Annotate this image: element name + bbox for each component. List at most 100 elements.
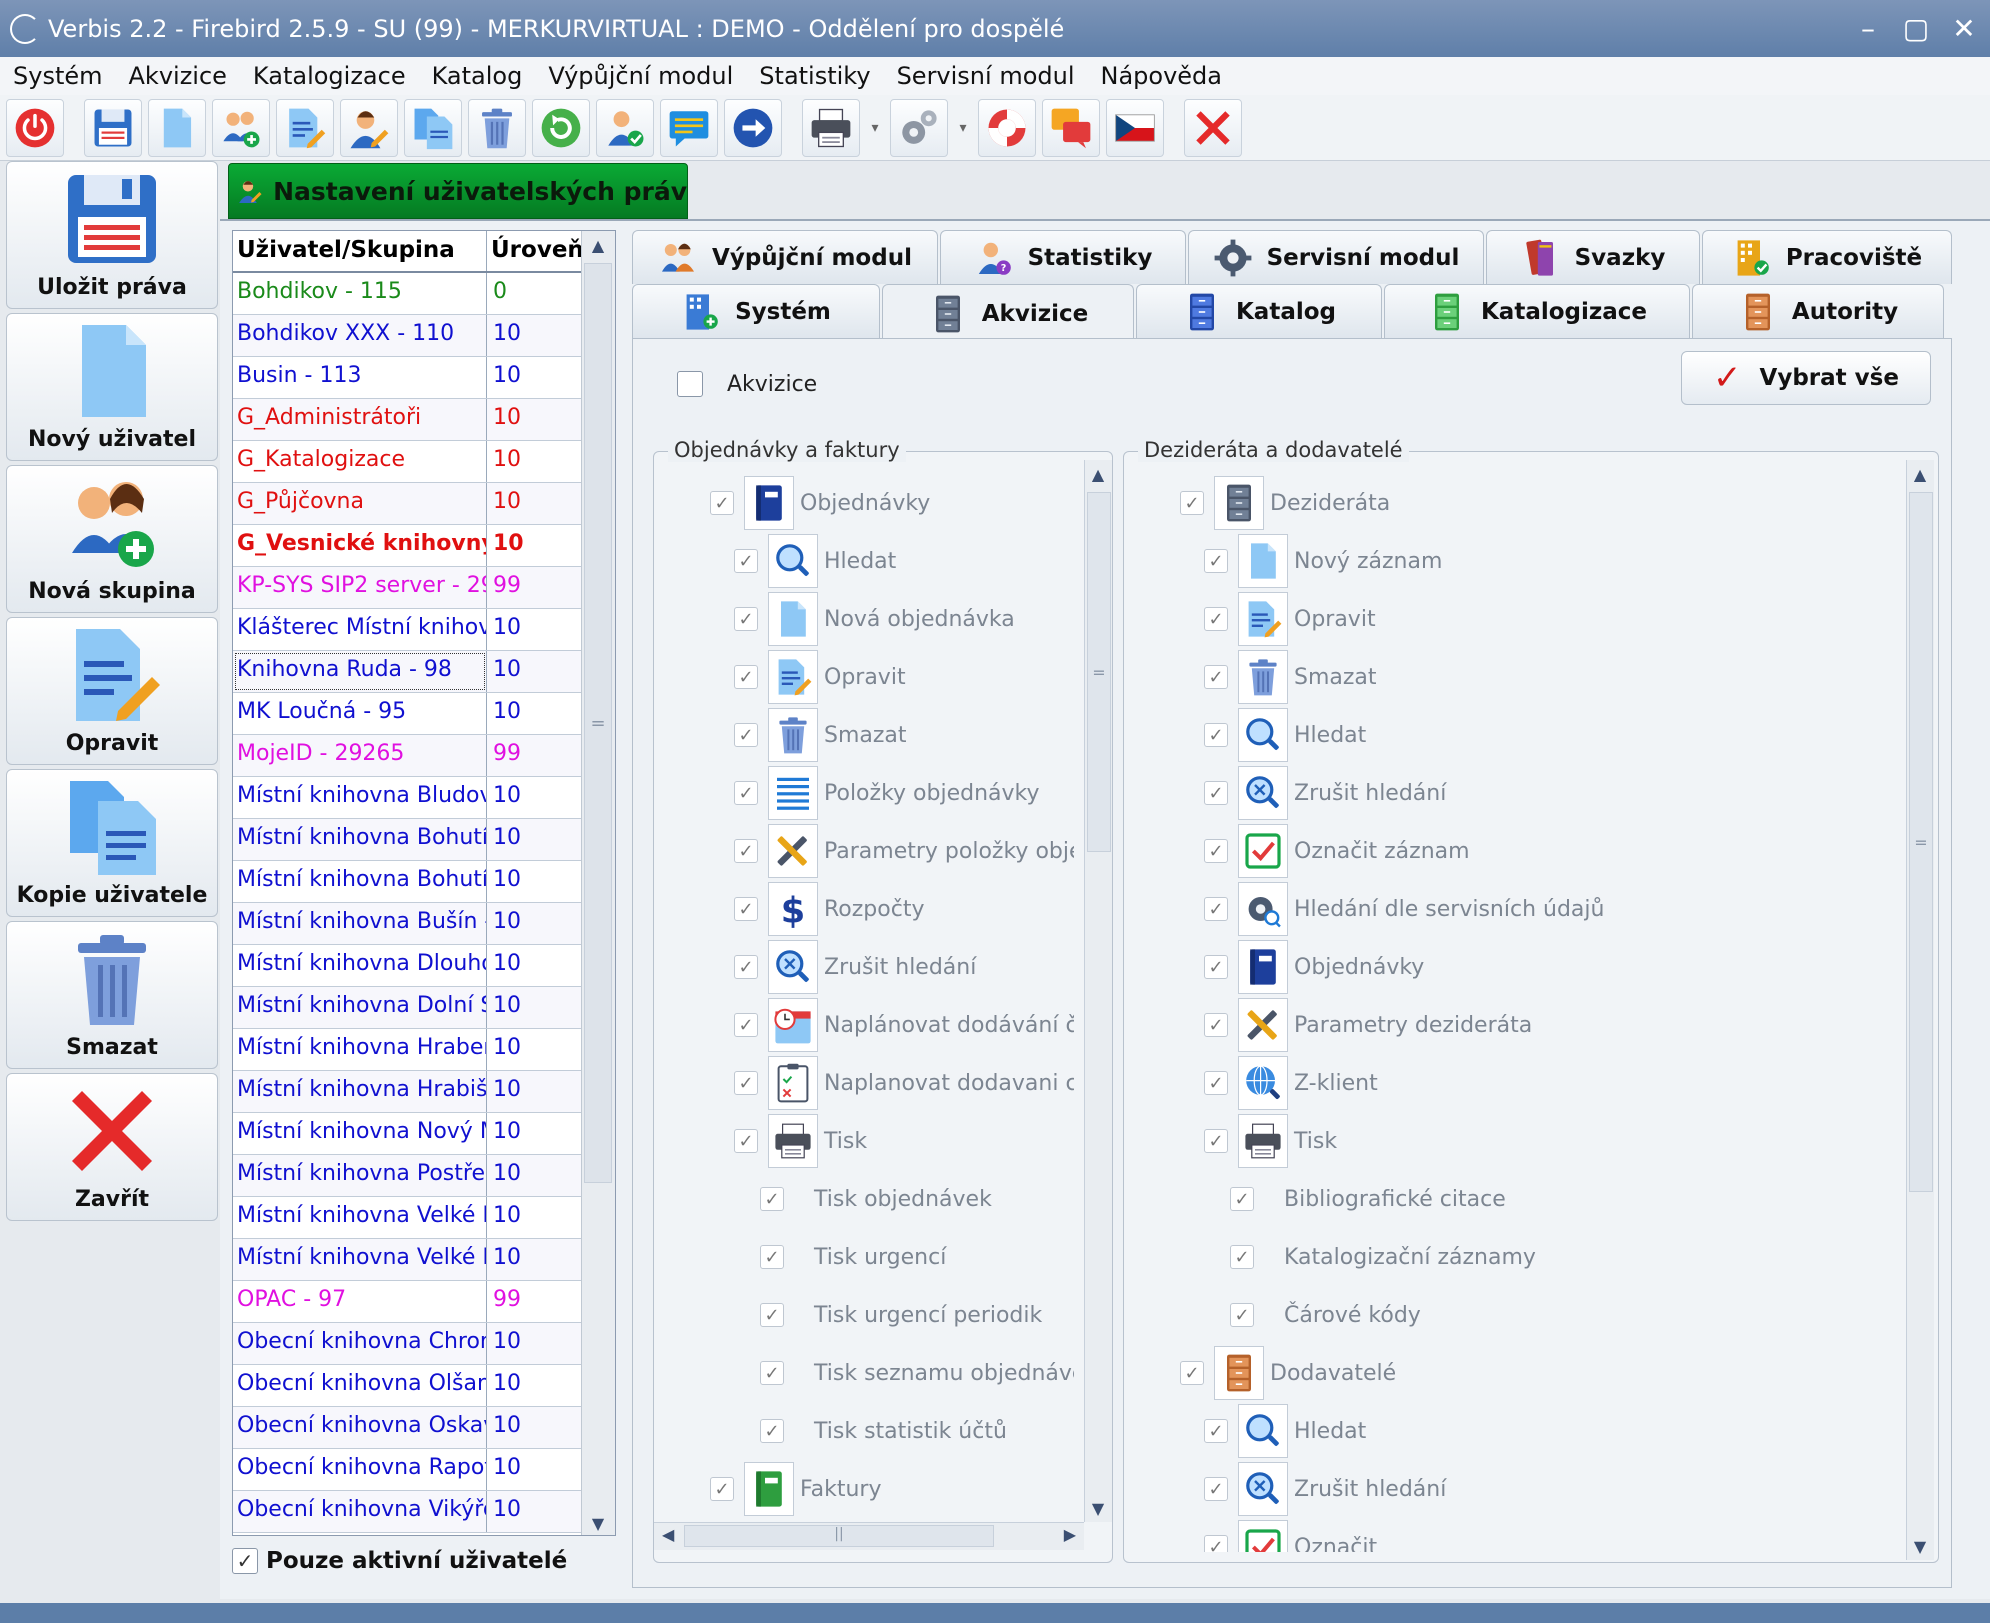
tree-item[interactable]: ✓ Tisk <box>1204 1114 1337 1168</box>
table-row[interactable]: MK Loučná - 95 10 <box>233 693 583 735</box>
table-row[interactable]: Obecní knihovna Rapotín 10 <box>233 1449 583 1491</box>
table-row[interactable]: Místní knihovna Bušín - 1210 <box>233 903 583 945</box>
tree-item-checkbox[interactable]: ✓ <box>1204 665 1228 689</box>
tree-item-checkbox[interactable]: ✓ <box>1204 607 1228 631</box>
table-row[interactable]: Obecní knihovna Olšany -10 <box>233 1365 583 1407</box>
tab-servisní-modul[interactable]: Servisní modul <box>1188 230 1484 284</box>
tree-item[interactable]: ✓ Objednávky <box>1204 940 1424 994</box>
tree-item[interactable]: ✓ Opravit <box>734 650 906 704</box>
tree-item[interactable]: ✓ Zrušit hledání <box>1204 766 1446 820</box>
tree-item[interactable]: ✓ Smazat <box>1204 650 1377 704</box>
tree-item[interactable]: ✓ Faktury <box>710 1462 882 1516</box>
toolbar-button-add-users[interactable] <box>212 98 270 157</box>
tab-katalog[interactable]: Katalog <box>1136 284 1382 338</box>
tree-item[interactable]: ✓ Smazat <box>734 708 907 762</box>
table-row[interactable]: Místní knihovna Dlouhomil10 <box>233 945 583 987</box>
tree-item[interactable]: ✓ Hledání dle servisních údajů <box>1204 882 1604 936</box>
tree-item-checkbox[interactable]: ✓ <box>760 1245 784 1269</box>
tree-item-checkbox[interactable]: ✓ <box>760 1361 784 1385</box>
tree-item-checkbox[interactable]: ✓ <box>1204 1535 1228 1552</box>
table-row[interactable]: G_Vesnické knihovny 10 <box>233 525 583 567</box>
scroll-thumb[interactable]: = <box>1087 492 1111 852</box>
tree-item-checkbox[interactable]: ✓ <box>734 723 758 747</box>
tree-item-checkbox[interactable]: ✓ <box>710 1477 734 1501</box>
toolbar-button-lifebuoy[interactable] <box>978 98 1036 157</box>
copy-user-button[interactable]: Kopie uživatele <box>6 769 218 917</box>
scroll-down-arrow-icon[interactable]: ▼ <box>582 1509 614 1535</box>
tab-pracoviště[interactable]: Pracoviště <box>1702 230 1952 284</box>
select-all-button[interactable]: ✓ Vybrat vše <box>1681 351 1931 405</box>
scroll-thumb[interactable]: || <box>684 1525 994 1547</box>
toolbar-button-arrow-right[interactable] <box>724 98 782 157</box>
toolbar-button-user-check[interactable] <box>596 98 654 157</box>
tree-item-checkbox[interactable]: ✓ <box>1230 1187 1254 1211</box>
menu-item-4[interactable]: Výpůjční modul <box>535 62 746 90</box>
tree-item[interactable]: ✓ Tisk urgencí periodik <box>760 1288 1042 1342</box>
toolbar-button-refresh[interactable] <box>532 98 590 157</box>
save-rights-button[interactable]: Uložit práva <box>6 161 218 309</box>
scroll-left-arrow-icon[interactable]: ◀ <box>662 1525 674 1544</box>
tree-item[interactable]: ✓ Zrušit hledání <box>734 940 976 994</box>
tree-item-checkbox[interactable]: ✓ <box>1204 955 1228 979</box>
tree-item[interactable]: ✓ Naplánovat dodávání čise <box>734 998 1074 1052</box>
tab-katalogizace[interactable]: Katalogizace <box>1384 284 1690 338</box>
tab-výpůjční-modul[interactable]: Výpůjční modul <box>632 230 938 284</box>
tree-item[interactable]: ✓ Katalogizační záznamy <box>1230 1230 1536 1284</box>
tree-item[interactable]: ✓ Objednávky <box>710 476 930 530</box>
tree-item-checkbox[interactable]: ✓ <box>1204 1419 1228 1443</box>
delete-button[interactable]: Smazat <box>6 921 218 1069</box>
new-user-button[interactable]: Nový uživatel <box>6 313 218 461</box>
table-row[interactable]: Bohdikov XXX - 110 10 <box>233 315 583 357</box>
toolbar-button-message[interactable] <box>660 98 718 157</box>
akvizice-checkbox-box[interactable] <box>677 371 703 397</box>
tab-systém[interactable]: Systém <box>632 284 880 338</box>
toolbar-button-save[interactable] <box>84 98 142 157</box>
tree-item-checkbox[interactable]: ✓ <box>734 665 758 689</box>
tree-item[interactable]: ✓ Hledat <box>1204 708 1366 762</box>
scroll-right-arrow-icon[interactable]: ▶ <box>1064 1525 1076 1544</box>
toolbar-button-flag-czech[interactable] <box>1106 98 1164 157</box>
tree-item[interactable]: ✓ Čárové kódy <box>1230 1288 1421 1342</box>
table-row[interactable]: Bohdikov - 115 0 <box>233 273 583 315</box>
tree-item[interactable]: ✓ Tisk <box>734 1114 867 1168</box>
tree-item[interactable]: ✓ Bibliografické citace <box>1230 1172 1506 1226</box>
scroll-up-arrow-icon[interactable]: ▲ <box>1085 460 1111 488</box>
tree-item-checkbox[interactable]: ✓ <box>734 781 758 805</box>
table-row[interactable]: Místní knihovna Postřelmo10 <box>233 1155 583 1197</box>
tree-item[interactable]: ✓ Označit <box>1204 1520 1377 1552</box>
table-row[interactable]: Knihovna Ruda - 98 10 <box>233 651 583 693</box>
user-list-scrollbar[interactable]: ▲ = ▼ <box>581 231 615 1535</box>
table-row[interactable]: Místní knihovna Nový Mali10 <box>233 1113 583 1155</box>
edit-button[interactable]: Opravit <box>6 617 218 765</box>
toolbar-button-copy[interactable] <box>404 98 462 157</box>
toolbar-button-trash[interactable] <box>468 98 526 157</box>
minimize-button[interactable]: – <box>1846 9 1890 49</box>
menu-item-0[interactable]: Systém <box>0 62 116 90</box>
tab-svazky[interactable]: Svazky <box>1486 230 1700 284</box>
column-header-user[interactable]: Uživatel/Skupina <box>233 231 487 271</box>
toolbar-button-chat[interactable] <box>1042 98 1100 157</box>
table-row[interactable]: Obecní knihovna Oskava 10 <box>233 1407 583 1449</box>
tree-item[interactable]: ✓ Tisk seznamu objednávek <box>760 1346 1074 1400</box>
table-row[interactable]: G_Katalogizace 10 <box>233 441 583 483</box>
tab-akvizice[interactable]: Akvizice <box>882 284 1134 342</box>
tree-item-checkbox[interactable]: ✓ <box>1204 839 1228 863</box>
menu-item-5[interactable]: Statistiky <box>746 62 883 90</box>
scroll-down-arrow-icon[interactable]: ▼ <box>1085 1494 1111 1522</box>
tree-item-checkbox[interactable]: ✓ <box>760 1303 784 1327</box>
table-row[interactable]: KP-SYS SIP2 server - 292 99 <box>233 567 583 609</box>
tree-item-checkbox[interactable]: ✓ <box>734 1013 758 1037</box>
menu-item-6[interactable]: Servisní modul <box>884 62 1088 90</box>
tree-item[interactable]: ✓ Naplanovat dodavani cise <box>734 1056 1074 1110</box>
tree-item-checkbox[interactable]: ✓ <box>1204 1013 1228 1037</box>
tree-item[interactable]: ✓ Zrušit hledání <box>1204 1462 1446 1516</box>
column-header-level[interactable]: Úroveň <box>487 231 583 271</box>
rights-settings-tab[interactable]: Nastavení uživatelských práv <box>228 163 688 219</box>
table-row[interactable]: Místní knihovna Bohutín -10 <box>233 819 583 861</box>
tree-item-checkbox[interactable]: ✓ <box>1180 1361 1204 1385</box>
menu-item-7[interactable]: Nápověda <box>1088 62 1236 90</box>
dropdown-arrow-icon[interactable]: ▾ <box>954 99 972 157</box>
table-row[interactable]: Místní knihovna Velké Losi10 <box>233 1197 583 1239</box>
tree-item-checkbox[interactable]: ✓ <box>1204 897 1228 921</box>
scroll-up-arrow-icon[interactable]: ▲ <box>1907 460 1933 488</box>
